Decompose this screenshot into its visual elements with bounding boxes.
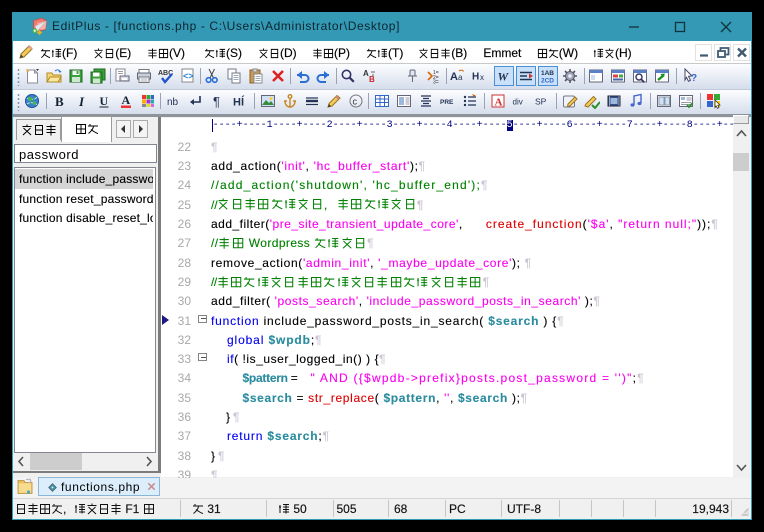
svg-text:1AB: 1AB [541, 70, 554, 77]
svg-text:<>: <> [183, 71, 194, 81]
svg-text:B: B [55, 94, 64, 109]
svg-text:SP: SP [535, 97, 547, 107]
svg-text:I: I [78, 94, 85, 109]
svg-text:HÍ: HÍ [233, 96, 245, 109]
svg-text:?: ? [691, 73, 697, 84]
svg-text:B: B [369, 75, 375, 84]
svg-text:¶: ¶ [213, 94, 220, 109]
svg-text:W: W [498, 70, 510, 84]
svg-text:A: A [450, 71, 458, 83]
svg-text:a: a [458, 73, 463, 82]
svg-text:div: div [513, 98, 523, 107]
svg-text:c: c [353, 97, 358, 107]
svg-text:PRE: PRE [440, 99, 454, 106]
svg-text:U: U [100, 94, 109, 108]
svg-text:A: A [495, 97, 503, 109]
svg-text:2CD: 2CD [541, 78, 554, 85]
svg-text:x: x [480, 73, 484, 82]
svg-text:3=: 3= [433, 80, 439, 85]
svg-text:H: H [472, 72, 479, 83]
svg-text:nb: nb [167, 97, 179, 108]
svg-text:A: A [122, 93, 131, 107]
